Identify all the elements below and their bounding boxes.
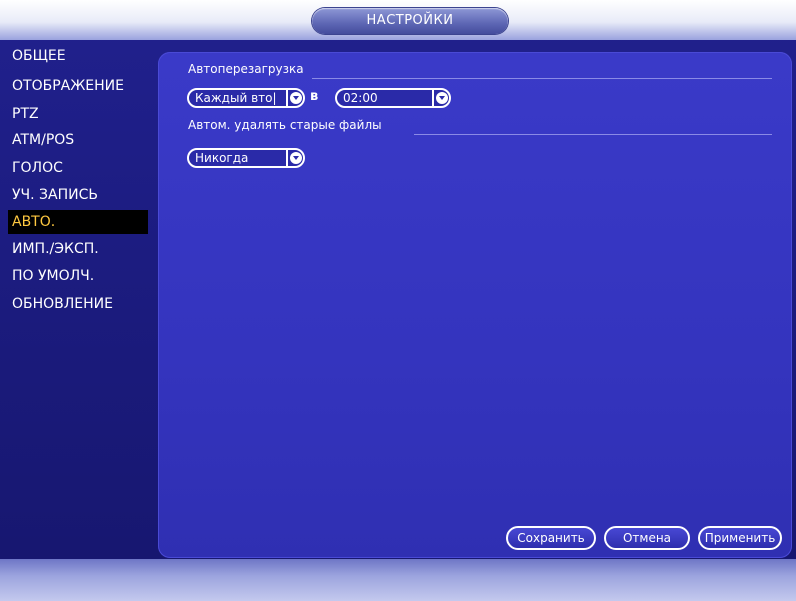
bottom-status-strip bbox=[0, 559, 796, 601]
window-title: НАСТРОЙКИ bbox=[312, 8, 508, 34]
sidebar-item-auto[interactable]: АВТО. bbox=[8, 210, 148, 234]
sidebar-item-default[interactable]: ПО УМОЛЧ. bbox=[8, 264, 148, 288]
cancel-button[interactable]: Отмена bbox=[604, 526, 690, 550]
chevron-down-icon bbox=[290, 92, 302, 104]
sidebar-item-atm-pos[interactable]: ATM/POS bbox=[8, 128, 148, 152]
sidebar-nav: ОБЩЕЕ ОТОБРАЖЕНИЕ PTZ ATM/POS ГОЛОС УЧ. … bbox=[0, 40, 148, 559]
chevron-down-icon bbox=[290, 152, 302, 164]
sidebar-item-voice[interactable]: ГОЛОС bbox=[8, 156, 148, 180]
sidebar-item-general[interactable]: ОБЩЕЕ bbox=[8, 44, 148, 68]
sidebar-item-import-export[interactable]: ИМП./ЭКСП. bbox=[8, 237, 148, 261]
auto-delete-select[interactable]: Никогда bbox=[187, 148, 305, 168]
auto-reboot-title: Автоперезагрузка bbox=[188, 62, 304, 76]
auto-delete-divider bbox=[414, 134, 772, 135]
apply-button[interactable]: Применить bbox=[698, 526, 782, 550]
reboot-at-label: в bbox=[310, 89, 319, 104]
auto-delete-value: Никогда bbox=[195, 151, 249, 165]
title-bar: НАСТРОЙКИ bbox=[0, 0, 796, 40]
reboot-day-value: Каждый вто| bbox=[195, 91, 277, 105]
auto-delete-separator bbox=[286, 150, 288, 166]
reboot-time-separator bbox=[432, 90, 434, 106]
reboot-time-select[interactable]: 02:00 bbox=[335, 88, 451, 108]
dvr-settings-screen: НАСТРОЙКИ ОБЩЕЕ ОТОБРАЖЕНИЕ PTZ ATM/POS … bbox=[0, 0, 796, 601]
reboot-time-value: 02:00 bbox=[343, 91, 378, 105]
chevron-down-icon bbox=[436, 92, 448, 104]
sidebar-item-display[interactable]: ОТОБРАЖЕНИЕ bbox=[8, 74, 148, 98]
sidebar-item-ptz[interactable]: PTZ bbox=[8, 102, 148, 126]
auto-maintain-panel: Автоперезагрузка Каждый вто| в 02:00 Авт… bbox=[158, 52, 792, 558]
reboot-day-separator bbox=[286, 90, 288, 106]
sidebar-item-upgrade[interactable]: ОБНОВЛЕНИЕ bbox=[8, 292, 148, 316]
save-button[interactable]: Сохранить bbox=[506, 526, 596, 550]
auto-reboot-divider bbox=[312, 78, 772, 79]
sidebar-item-account[interactable]: УЧ. ЗАПИСЬ bbox=[8, 183, 148, 207]
auto-delete-title: Автом. удалять старые файлы bbox=[188, 118, 382, 132]
reboot-day-select[interactable]: Каждый вто| bbox=[187, 88, 305, 108]
